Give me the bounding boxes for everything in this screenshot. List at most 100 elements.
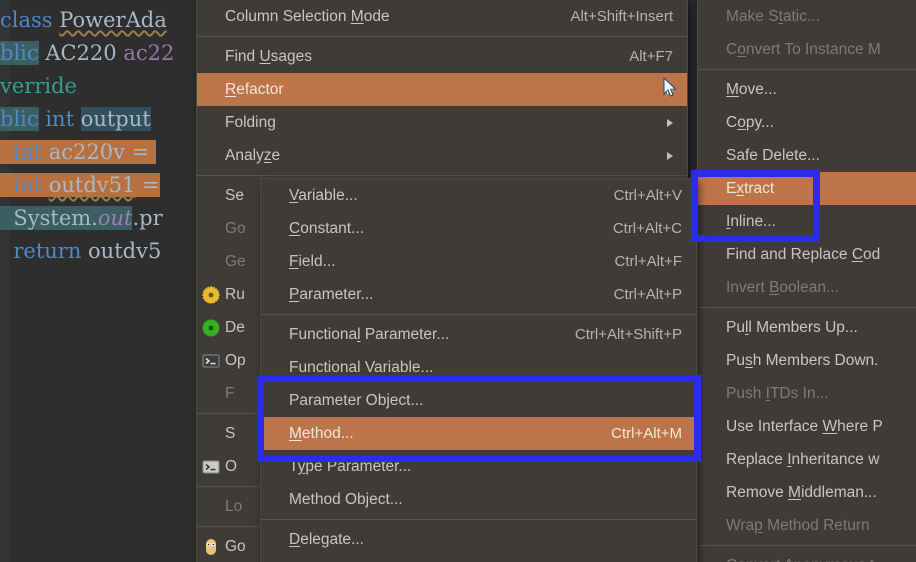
menu-item-safe-delete[interactable]: Safe Delete...	[698, 139, 916, 172]
menu-item-variable[interactable]: Variable... Ctrl+Alt+V	[261, 179, 696, 212]
code-token: int	[0, 140, 43, 164]
menu-item-shortcut: Ctrl+Alt+P	[613, 286, 682, 303]
menu-item-method-object[interactable]: Method Object...	[261, 483, 696, 516]
menu-item-label: Constant...	[289, 220, 364, 237]
menu-item-folding[interactable]: Folding	[197, 106, 687, 139]
menu-item-shortcut: Ctrl+Alt+M	[611, 425, 682, 442]
menu-item-method[interactable]: Method... Ctrl+Alt+M	[261, 417, 696, 450]
menu-item-label: Field...	[289, 253, 336, 270]
menu-item-label: Find and Replace Cod	[726, 246, 881, 263]
menu-item-label: Ru	[225, 286, 245, 303]
menu-item-field[interactable]: Field... Ctrl+Alt+F	[261, 245, 696, 278]
menu-item-label: O	[225, 458, 238, 475]
menu-item-label: Replace Inheritance w	[726, 451, 880, 468]
menu-item-constant[interactable]: Constant... Ctrl+Alt+C	[261, 212, 696, 245]
menu-item-label: Column Selection Mode	[225, 8, 390, 25]
menu-item-label: Wrap Method Return	[726, 517, 870, 534]
menu-item-push-members-down[interactable]: Push Members Down.	[698, 344, 916, 377]
code-token: =	[135, 173, 160, 197]
refactor-submenu[interactable]: Type Migration...Make Static...Convert T…	[697, 0, 916, 562]
code-token: out	[97, 206, 133, 230]
menu-item-extract[interactable]: Extract	[698, 172, 916, 205]
menu-item-label: F	[225, 385, 235, 402]
menu-item-label: Functional Variable...	[289, 359, 434, 376]
menu-item-label: Delegate...	[289, 531, 364, 548]
menu-item-analyze[interactable]: Analyze	[197, 139, 687, 172]
code-token: blic	[0, 41, 39, 65]
chevron-right-icon	[667, 118, 673, 127]
menu-item-functional-parameter[interactable]: Functional Parameter... Ctrl+Alt+Shift+P	[261, 318, 696, 351]
menu-separator	[197, 36, 687, 37]
menu-item-label: Parameter Object...	[289, 392, 424, 409]
menu-item-label: Type Parameter...	[289, 458, 412, 475]
code-token: AC220	[45, 41, 117, 65]
menu-separator	[261, 519, 696, 520]
menu-separator	[698, 545, 916, 546]
code-editor[interactable]: class PowerAda blic AC220 ac22 verride blic…	[0, 0, 200, 562]
mouse-cursor-icon	[663, 77, 677, 97]
menu-item-parameter-object[interactable]: Parameter Object...	[261, 384, 696, 417]
menu-item-shortcut: Ctrl+Alt+F	[614, 253, 682, 270]
menu-item-inline[interactable]: Inline...	[698, 205, 916, 238]
menu-item-copy[interactable]: Copy...	[698, 106, 916, 139]
menu-item-label: Find Usages	[225, 48, 313, 65]
terminal-small-icon	[202, 460, 220, 473]
run-gear-yellow-icon	[202, 285, 220, 304]
code-token: int	[0, 173, 43, 197]
menu-item-invert-boolean: Invert Boolean...	[698, 271, 916, 304]
code-token: int	[45, 107, 75, 131]
debug-gear-green-icon	[202, 318, 220, 337]
menu-item-pull-members-up[interactable]: Pull Members Up...	[698, 311, 916, 344]
code-token: PowerAda	[59, 8, 167, 32]
menu-item-type-parameter[interactable]: Type Parameter...	[261, 450, 696, 483]
menu-item-find-usages[interactable]: Find Usages Alt+F7	[197, 40, 687, 73]
menu-item-remove-middleman[interactable]: Remove Middleman...	[698, 476, 916, 509]
code-line: blic AC220 ac22	[0, 37, 174, 70]
code-token: verride	[0, 74, 77, 98]
menu-item-label: Convert To Instance M	[726, 41, 881, 58]
menu-item-label: Method...	[289, 425, 354, 442]
owl-icon	[206, 538, 216, 555]
extract-submenu[interactable]: Variable... Ctrl+Alt+V Constant... Ctrl+Alt…	[260, 178, 697, 562]
menu-item-functional-variable[interactable]: Functional Variable...	[261, 351, 696, 384]
menu-item-label: Convert Anonymous t	[726, 549, 874, 562]
code-line: System.out.pr	[0, 202, 163, 235]
menu-item-label: Safe Delete...	[726, 147, 820, 164]
menu-item-use-interface-where-p[interactable]: Use Interface Where P	[698, 410, 916, 443]
menu-item-move[interactable]: Move...	[698, 73, 916, 106]
menu-item-convert-to-instance-m: Convert To Instance M	[698, 33, 916, 66]
code-token: outdv5	[81, 239, 162, 263]
code-token: output	[80, 107, 151, 131]
menu-item-label: Extract	[726, 180, 775, 197]
menu-item-shortcut: Ctrl+Alt+C	[612, 220, 682, 237]
terminal-icon	[202, 354, 220, 367]
chevron-right-icon	[667, 151, 673, 160]
menu-item-label: Parameter...	[289, 286, 374, 303]
menu-item-refactor[interactable]: Refactor	[197, 73, 687, 106]
menu-item-label: Interface	[289, 556, 349, 562]
menu-item-label: Go	[225, 538, 246, 555]
menu-item-find-and-replace-cod[interactable]: Find and Replace Cod	[698, 238, 916, 271]
menu-item-delegate[interactable]: Delegate...	[261, 523, 696, 556]
menu-item-parameter[interactable]: Parameter... Ctrl+Alt+P	[261, 278, 696, 311]
menu-separator	[261, 314, 696, 315]
code-line: blic int output	[0, 103, 151, 136]
menu-item-interface[interactable]: Interface	[261, 556, 696, 562]
menu-item-label: Method Object...	[289, 491, 403, 508]
menu-item-label: Move...	[726, 81, 777, 98]
code-token	[42, 173, 49, 197]
menu-item-label: S	[225, 425, 236, 442]
menu-item-label: Variable...	[289, 187, 358, 204]
menu-item-column-selection-mode[interactable]: Column Selection Mode Alt+Shift+Insert	[197, 0, 687, 33]
menu-item-label: Push Members Down.	[726, 352, 879, 369]
menu-item-convert-anonymous-t: Convert Anonymous t	[698, 549, 916, 562]
menu-item-replace-inheritance-w[interactable]: Replace Inheritance w	[698, 443, 916, 476]
menu-item-label: Op	[225, 352, 246, 369]
menu-item-shortcut: Ctrl+Alt+V	[613, 187, 682, 204]
menu-item-label: Invert Boolean...	[726, 279, 839, 296]
code-line: return outdv5	[0, 235, 161, 268]
screen-root: class PowerAda blic AC220 ac22 verride blic…	[0, 0, 916, 562]
menu-item-label: Make Static...	[726, 8, 820, 25]
menu-item-shortcut: Ctrl+Alt+Shift+P	[574, 326, 682, 343]
